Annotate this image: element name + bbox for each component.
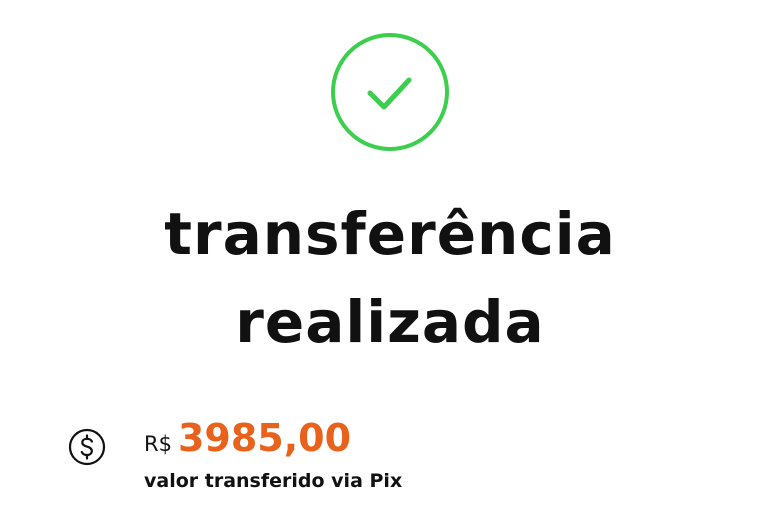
transfer-amount-section: R$ 3985,00 valor transferido via Pix — [68, 416, 708, 506]
currency-symbol: R$ — [144, 432, 172, 456]
title-line-1: transferência — [164, 200, 616, 268]
dollar-circle-icon — [68, 428, 106, 466]
transfer-amount: 3985,00 — [177, 416, 352, 460]
success-check-icon — [330, 32, 450, 152]
transfer-caption: valor transferido via Pix — [144, 470, 403, 492]
page-title: transferência realizada — [0, 190, 780, 366]
title-line-2: realizada — [235, 288, 545, 356]
amount-line: R$ 3985,00 — [144, 416, 351, 460]
